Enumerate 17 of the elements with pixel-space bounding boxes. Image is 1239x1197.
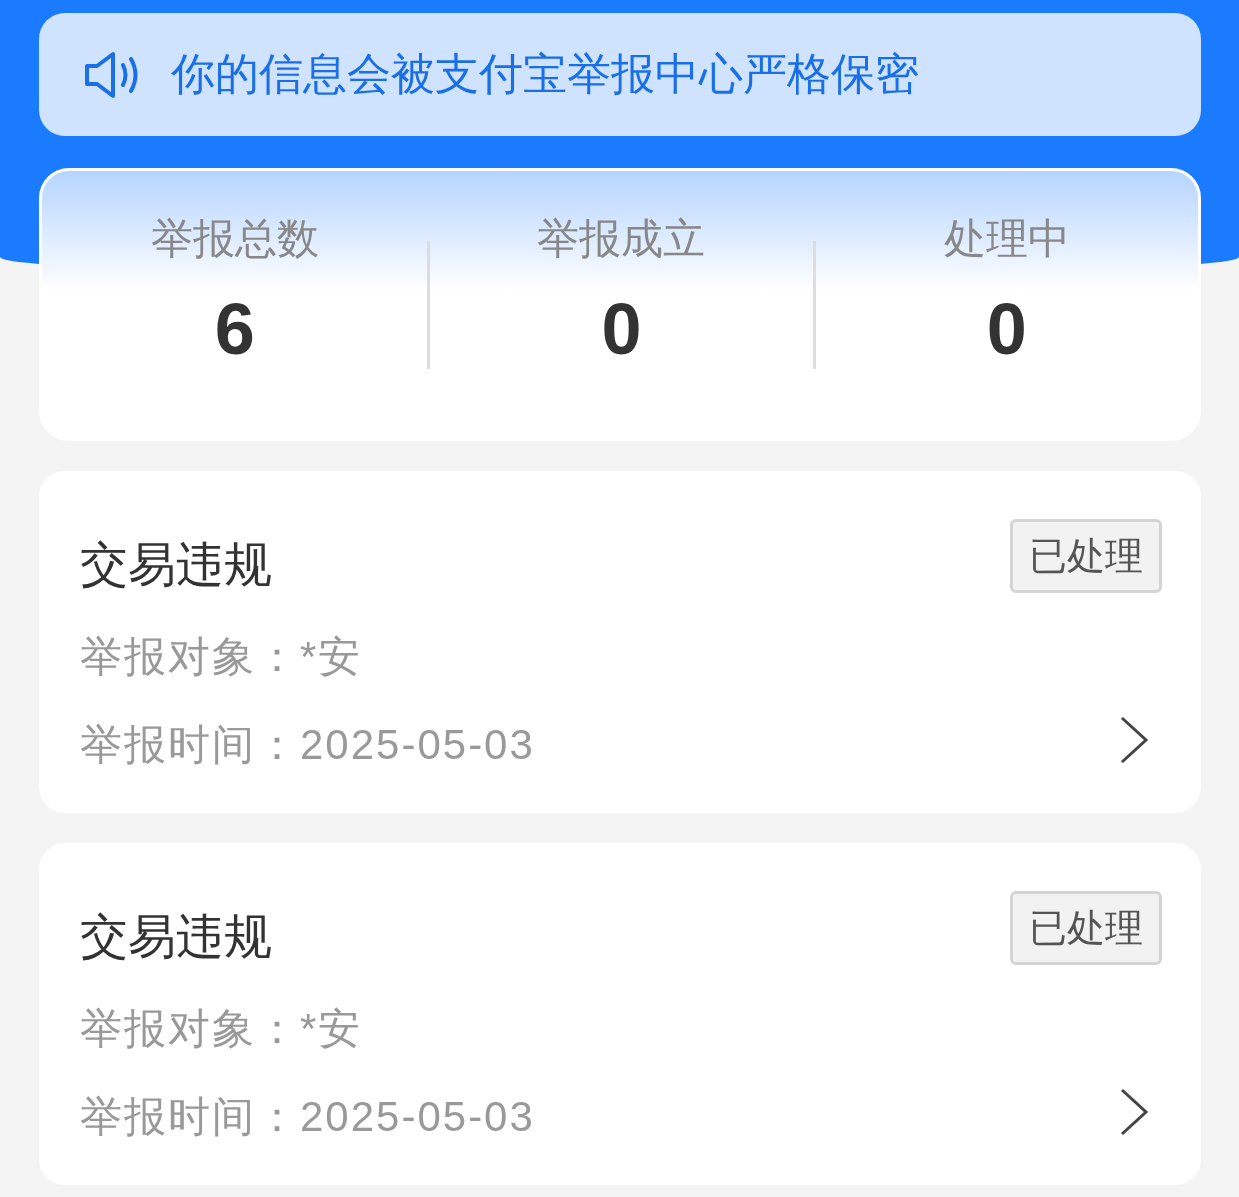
report-detail: 举报时间：2025-05-03 bbox=[80, 720, 535, 770]
report-detail: 举报对象：*安 bbox=[80, 1004, 363, 1054]
status-badge: 已处理 bbox=[1010, 891, 1162, 965]
stat-label: 举报成立 bbox=[537, 214, 706, 264]
stat-label: 处理中 bbox=[943, 214, 1070, 264]
chevron-right-icon[interactable] bbox=[1119, 716, 1149, 764]
status-badge: 已处理 bbox=[1010, 519, 1162, 593]
stat-value: 0 bbox=[986, 293, 1027, 365]
stat-value: 0 bbox=[601, 293, 642, 365]
report-detail: 举报对象：*安 bbox=[80, 632, 363, 682]
notice-text: 你的信息会被支付宝举报中心严格保密 bbox=[171, 48, 919, 100]
report-title: 交易违规 bbox=[80, 909, 272, 965]
report-title: 交易违规 bbox=[80, 537, 272, 593]
stat-value: 6 bbox=[214, 293, 255, 365]
stat-label: 举报总数 bbox=[150, 214, 319, 264]
chevron-right-icon[interactable] bbox=[1119, 1088, 1149, 1136]
report-detail: 举报时间：2025-05-03 bbox=[80, 1092, 535, 1142]
